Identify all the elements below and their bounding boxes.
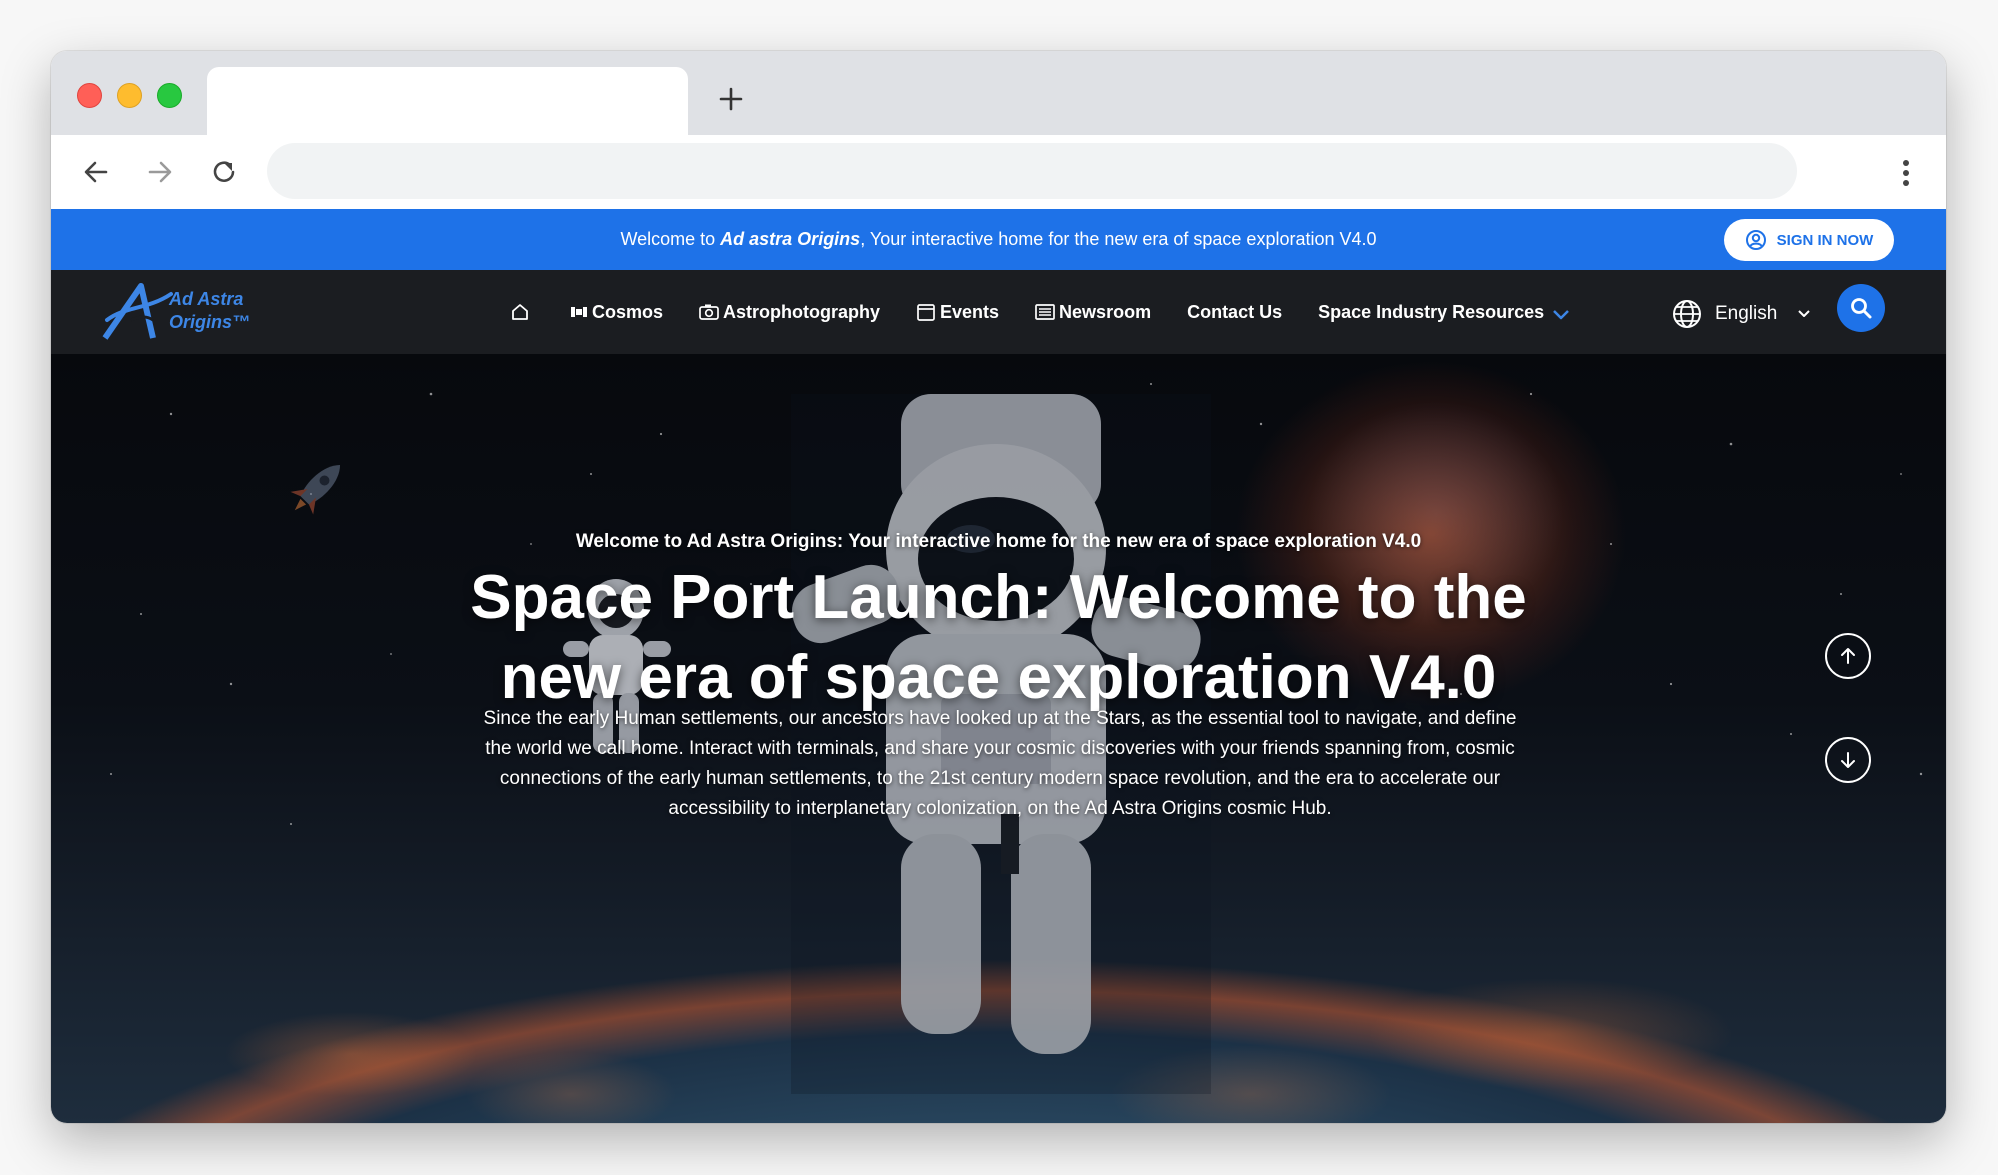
- nav-label-events: Events: [940, 301, 1000, 322]
- announcement-suffix: , Your interactive home for the new era …: [860, 229, 1377, 249]
- nav-label-newsroom: Newsroom: [1059, 301, 1152, 322]
- nav-item-contact[interactable]: Contact Us: [1187, 302, 1282, 323]
- chevron-down-icon: [1553, 310, 1570, 320]
- calendar-icon: [917, 304, 935, 321]
- browser-window: Welcome to Ad astra Origins , Your inter…: [51, 51, 1946, 1123]
- announcement-bar: Welcome to Ad astra Origins , Your inter…: [51, 209, 1946, 270]
- nav-item-cosmos[interactable]: Cosmos: [570, 302, 663, 323]
- arrow-right-icon: [148, 161, 172, 183]
- new-tab-button[interactable]: [711, 79, 751, 119]
- browser-toolbar: [51, 135, 1946, 210]
- browser-titlebar: [51, 51, 1946, 135]
- forward-button[interactable]: [141, 153, 179, 191]
- nav-item-newsroom[interactable]: Newsroom: [1035, 302, 1151, 323]
- nav-label-astrophotography: Astrophotography: [723, 301, 881, 322]
- nav-label-cosmos: Cosmos: [592, 301, 664, 322]
- browser-tab-active[interactable]: [207, 67, 688, 135]
- rocket-illustration: [290, 464, 341, 515]
- hero-kicker: Welcome to Ad Astra Origins: Your intera…: [575, 531, 1422, 552]
- logo-line-2: Origins™: [169, 312, 251, 332]
- hero-description: Since the early Human settlements, our a…: [483, 708, 1517, 819]
- announcement-brand: Ad astra Origins: [720, 229, 861, 249]
- minimize-window-button[interactable]: [117, 83, 142, 108]
- back-button[interactable]: [77, 153, 115, 191]
- nav-label-contact: Contact Us: [1187, 301, 1283, 322]
- logo-text: Ad Astra Origins™: [169, 288, 250, 334]
- main-navigation: Ad Astra Origins™ Cosmos Astrophotograph…: [51, 270, 1946, 354]
- address-bar[interactable]: [267, 143, 1797, 199]
- chevron-down-icon: [1798, 310, 1811, 317]
- home-icon: [512, 304, 528, 320]
- close-window-button[interactable]: [77, 83, 102, 108]
- user-circle-icon: [1745, 230, 1766, 250]
- site-logo[interactable]: Ad Astra Origins™: [101, 280, 261, 344]
- hero-headline: Space Port Launch: Welcome to the new er…: [470, 563, 1527, 712]
- plus-icon: [719, 87, 743, 111]
- scroll-down-button[interactable]: [1825, 737, 1871, 783]
- logo-line-1: Ad Astra: [169, 289, 244, 309]
- arrow-down-icon: [1841, 752, 1855, 768]
- search-button[interactable]: [1837, 284, 1885, 332]
- nav-menu: Cosmos Astrophotography Events Newsroom …: [510, 270, 1570, 354]
- maximize-window-button[interactable]: [157, 83, 182, 108]
- newspaper-icon: [1035, 304, 1055, 320]
- nav-item-astrophotography[interactable]: Astrophotography: [699, 302, 880, 323]
- hero-section: Welcome to Ad Astra Origins: Your intera…: [51, 354, 1946, 1123]
- reload-button[interactable]: [205, 153, 243, 191]
- reload-icon: [213, 161, 235, 182]
- camera-icon: [699, 304, 719, 320]
- language-label: English: [1715, 303, 1778, 324]
- search-icon: [1851, 298, 1872, 319]
- nav-item-home[interactable]: [510, 302, 530, 322]
- web-page: Welcome to Ad astra Origins , Your inter…: [51, 209, 1946, 1123]
- language-selector[interactable]: English: [1671, 298, 1811, 330]
- kebab-menu-icon: [1903, 160, 1909, 186]
- sign-in-button[interactable]: SIGN IN NOW: [1724, 219, 1894, 261]
- nav-label-resources: Space Industry Resources: [1318, 301, 1545, 322]
- announcement-prefix: Welcome to: [620, 229, 721, 249]
- globe-icon: [1673, 300, 1701, 328]
- scroll-up-button[interactable]: [1825, 633, 1871, 679]
- nav-item-space-industry-resources[interactable]: Space Industry Resources: [1318, 302, 1570, 323]
- browser-menu-button[interactable]: [1896, 155, 1916, 191]
- sign-in-label: SIGN IN NOW: [1776, 231, 1874, 249]
- nav-item-events[interactable]: Events: [916, 302, 999, 323]
- arrow-left-icon: [84, 161, 108, 183]
- arrow-up-icon: [1841, 648, 1855, 664]
- satellite-icon: [571, 307, 587, 317]
